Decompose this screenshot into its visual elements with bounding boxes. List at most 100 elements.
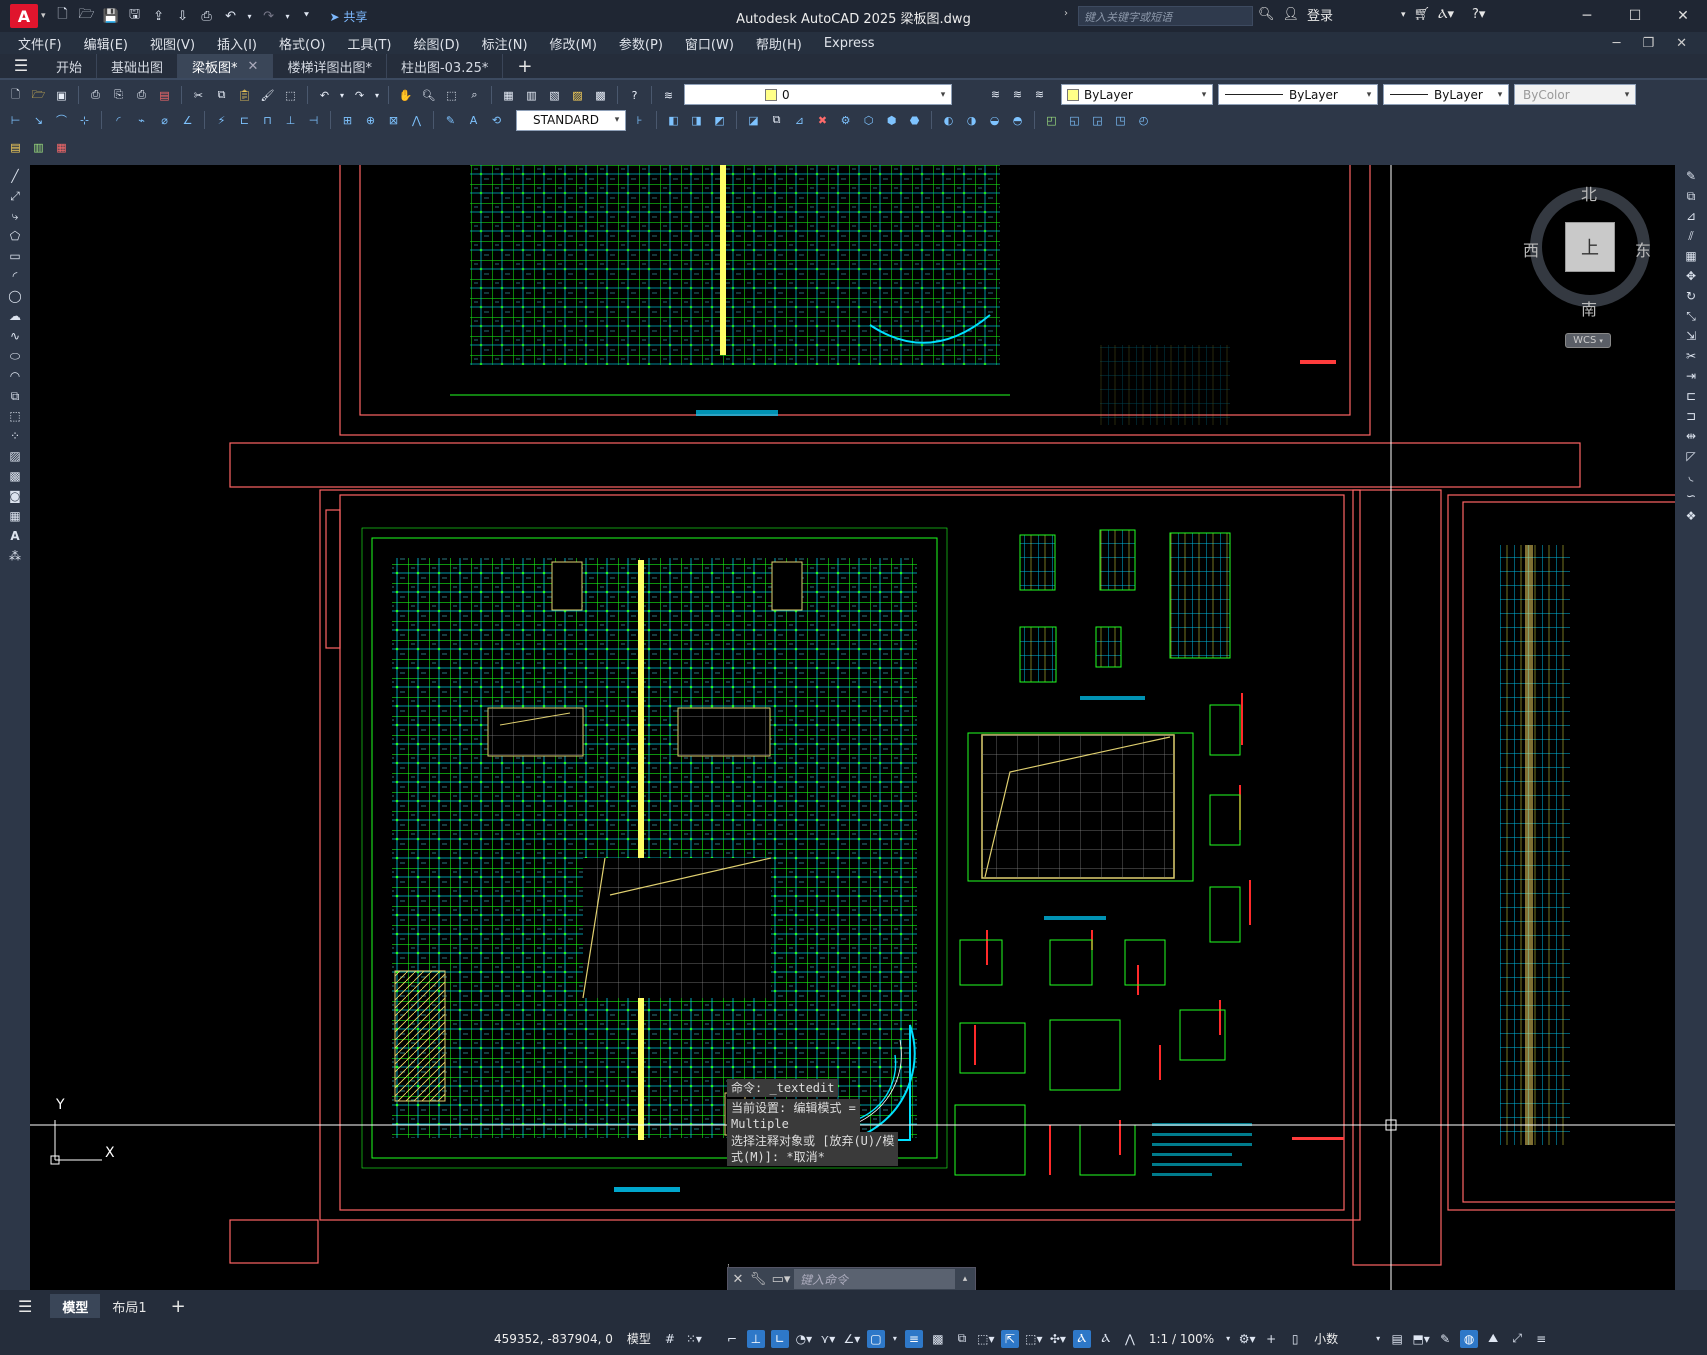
insert-icon-2[interactable]: ◱ [1065, 111, 1084, 130]
array-icon[interactable]: ▦ [1681, 247, 1701, 265]
tool-palettes-icon[interactable]: ▧ [545, 86, 564, 105]
command-history-toggle-icon[interactable]: ▴ [955, 1274, 975, 1284]
undo-icon[interactable]: ↶ [315, 86, 334, 105]
move-icon[interactable]: ✥ [1681, 267, 1701, 285]
selection-cycling-icon[interactable]: ⧉ [953, 1330, 971, 1348]
compass-east[interactable]: 东 [1635, 237, 1651, 261]
help-icon[interactable]: ? [625, 86, 644, 105]
view-icon-3[interactable]: ◒ [985, 111, 1004, 130]
search-input[interactable]: 键入关键字或短语 [1078, 6, 1253, 26]
ucs-icon[interactable]: ◧ [664, 111, 683, 130]
ellipse-arc-icon[interactable]: ◠ [5, 367, 25, 385]
gizmo-icon[interactable]: ✣▾ [1049, 1330, 1067, 1348]
inspect-icon[interactable]: ⊠ [384, 111, 403, 130]
search-icon[interactable]: 🔍︎ [1258, 7, 1275, 22]
zoom-realtime-icon[interactable]: 🔍︎ [419, 86, 438, 105]
ellipse-icon[interactable]: ⬭ [5, 347, 25, 365]
rectangle-icon[interactable]: ▭ [5, 247, 25, 265]
center-mark-icon[interactable]: ⊕ [361, 111, 380, 130]
user-icon[interactable]: 👤︎ [1283, 7, 1300, 22]
infer-constraints-icon[interactable]: ⌐ [723, 1330, 741, 1348]
menu-draw[interactable]: 绘图(D) [403, 34, 471, 53]
drawing-close-button[interactable]: ✕ [1676, 36, 1687, 51]
spline-icon[interactable]: ∿ [5, 327, 25, 345]
revcloud-icon[interactable]: ☁ [5, 307, 25, 325]
break-icon[interactable]: ⊐ [1681, 407, 1701, 425]
plot-icon[interactable]: ⎙ [86, 86, 105, 105]
pdf-icon[interactable]: ▤ [155, 86, 174, 105]
scale-icon[interactable]: ⤡ [1681, 307, 1701, 325]
dim-text-edit-icon[interactable]: A [464, 111, 483, 130]
line-icon[interactable]: ╱ [5, 167, 25, 185]
open-icon[interactable]: 🗁 [29, 86, 48, 105]
object-snap-dropdown-icon[interactable]: ▾ [891, 1330, 899, 1348]
transparency-icon[interactable]: ▩ [929, 1330, 947, 1348]
block-editor-icon[interactable]: ⬚ [281, 86, 300, 105]
arc-icon[interactable]: ◜ [5, 267, 25, 285]
layout-tab-model[interactable]: 模型 [50, 1294, 101, 1318]
new-tab-button[interactable]: + [503, 54, 546, 78]
layout-tab-layout1[interactable]: 布局1 [100, 1294, 158, 1318]
cart-icon[interactable]: 🛒︎ [1414, 7, 1431, 22]
ordinate-icon[interactable]: ⊹ [75, 111, 94, 130]
menu-tools[interactable]: 工具(T) [336, 34, 402, 53]
menu-file[interactable]: 文件(F) [7, 34, 73, 53]
dim-break-icon[interactable]: ⊣ [304, 111, 323, 130]
redo-icon[interactable]: ↷ [350, 86, 369, 105]
layer-state-icon[interactable]: ▤ [6, 138, 25, 157]
layout-menu-icon[interactable]: ☰ [0, 1294, 50, 1318]
app-menu-chevron-icon[interactable]: ▾ [41, 11, 46, 21]
snap-icon[interactable]: ⁙▾ [685, 1330, 703, 1348]
menu-edit[interactable]: 编辑(E) [73, 34, 139, 53]
dim-update-icon[interactable]: ⟲ [487, 111, 506, 130]
undo-dropdown-icon[interactable]: ▾ [338, 86, 346, 105]
3d-osnap-icon[interactable]: ⬚▾ [977, 1330, 995, 1348]
units-value[interactable]: 小数 [1310, 1330, 1368, 1347]
modify-array-icon[interactable]: ⚙ [836, 111, 855, 130]
close-button[interactable]: ✕ [1659, 0, 1707, 32]
polygon-icon[interactable]: ⬠ [5, 227, 25, 245]
radius-icon[interactable]: ◜ [109, 111, 128, 130]
drawing-canvas[interactable]: Y X 命令: _textedit 当前设置: 编辑模式 = Multiple … [30, 165, 1675, 1290]
explode-icon[interactable]: ❖ [1681, 507, 1701, 525]
file-tabs-menu-icon[interactable]: ☰ [0, 52, 42, 78]
ortho-icon[interactable]: ∟ [770, 1329, 789, 1348]
gradient-icon[interactable]: ▩ [5, 467, 25, 485]
search-expand-icon[interactable]: › [1064, 8, 1068, 19]
customize-qa-icon[interactable]: ⯆ [298, 8, 316, 24]
pan-icon[interactable]: ✋ [396, 86, 415, 105]
login-dropdown-icon[interactable]: ▾ [1401, 10, 1406, 20]
cut-icon[interactable]: ✂ [189, 86, 208, 105]
jogged-icon[interactable]: ⌁ [132, 111, 151, 130]
grid-icon[interactable]: # [661, 1330, 679, 1348]
add-layout-button[interactable]: + [159, 1294, 198, 1318]
aligned-dim-icon[interactable]: ↘ [29, 111, 48, 130]
lineweight-select[interactable]: ByLayer ▾ [1383, 84, 1509, 105]
layer-isolate-icon[interactable]: ▦ [52, 138, 71, 157]
annotation-scale-value[interactable]: 1:1 / 100% [1145, 1332, 1218, 1346]
menu-help[interactable]: 帮助(H) [745, 34, 813, 53]
save-web-icon[interactable]: ⇩ [174, 8, 192, 24]
menu-parametric[interactable]: 参数(P) [608, 34, 674, 53]
color-select[interactable]: ByLayer ▾ [1061, 84, 1213, 105]
menu-insert[interactable]: 插入(I) [206, 34, 268, 53]
lineweight-icon[interactable]: ≡ [904, 1329, 923, 1348]
layer-walk-icon[interactable]: ▥ [29, 138, 48, 157]
workspace-gear-icon[interactable]: ⚙▾ [1238, 1330, 1256, 1348]
rotate-icon[interactable]: ↻ [1681, 287, 1701, 305]
close-tab-icon[interactable]: ✕ [248, 59, 259, 74]
share-button[interactable]: ➤ 共享 [330, 8, 368, 25]
compass-south[interactable]: 南 [1581, 296, 1597, 320]
view-icon-1[interactable]: ◐ [939, 111, 958, 130]
dim-style-icon[interactable]: ⊦ [630, 111, 649, 130]
region-icon[interactable]: ◙ [5, 487, 25, 505]
recent-commands-icon[interactable]: ▭▾ [768, 1272, 794, 1287]
stretch-icon[interactable]: ⇲ [1681, 327, 1701, 345]
annotation-monitor-icon[interactable]: + [1262, 1330, 1280, 1348]
object-snap-icon[interactable]: ▢ [866, 1329, 885, 1348]
dim-edit-icon[interactable]: ✎ [441, 111, 460, 130]
menu-dimension[interactable]: 标注(N) [471, 34, 539, 53]
zoom-window-icon[interactable]: ⬚ [442, 86, 461, 105]
angular-icon[interactable]: ∠ [178, 111, 197, 130]
redo-icon[interactable]: ↷ [260, 8, 278, 24]
